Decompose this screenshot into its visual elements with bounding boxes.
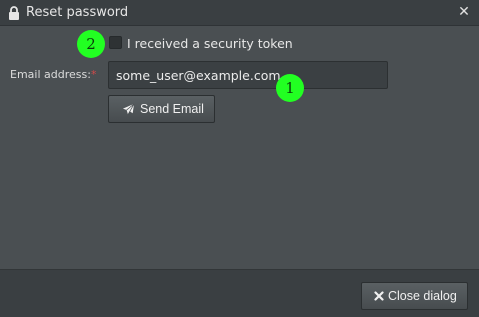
dialog-title: Reset password <box>26 5 129 20</box>
security-token-checkbox[interactable] <box>109 36 122 49</box>
reset-password-dialog: Reset password ✕ I received a security t… <box>0 0 479 317</box>
email-input[interactable] <box>108 61 388 89</box>
security-token-label[interactable]: I received a security token <box>127 36 293 52</box>
dialog-content: I received a security token Email addres… <box>0 26 479 269</box>
email-label-text: Email address: <box>10 68 91 81</box>
close-icon <box>374 291 384 301</box>
email-label: Email address:* <box>10 68 96 82</box>
dialog-titlebar: Reset password ✕ <box>0 0 479 26</box>
close-icon[interactable]: ✕ <box>458 4 470 20</box>
dialog-footer: Close dialog <box>0 269 479 317</box>
send-email-button[interactable]: Send Email <box>108 95 215 123</box>
annotation-marker-2: 2 <box>77 30 105 58</box>
lock-icon <box>9 6 19 20</box>
send-email-label: Send Email <box>140 102 204 116</box>
close-dialog-button[interactable]: Close dialog <box>361 282 468 310</box>
paper-plane-icon <box>122 103 135 115</box>
close-dialog-label: Close dialog <box>388 289 457 303</box>
annotation-marker-1: 1 <box>276 74 304 102</box>
required-marker: * <box>90 68 97 81</box>
